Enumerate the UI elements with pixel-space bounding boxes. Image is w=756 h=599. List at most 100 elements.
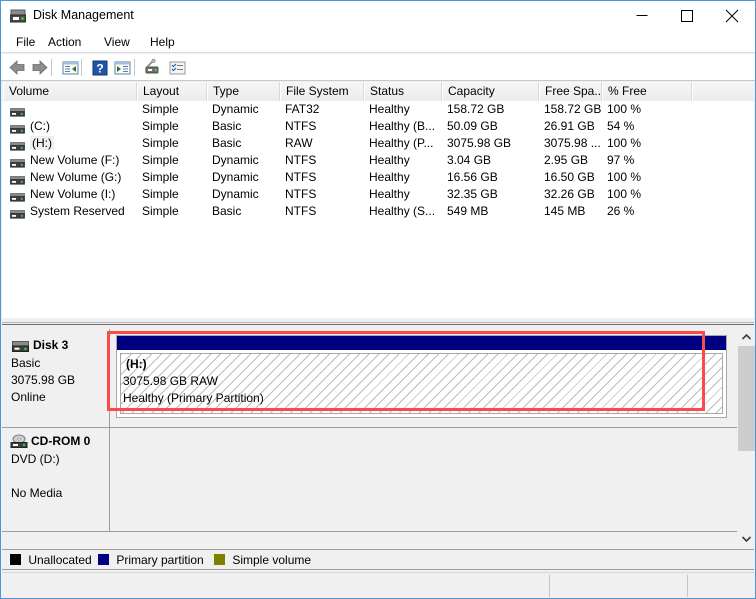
column-header-type[interactable]: Type xyxy=(207,82,280,101)
drive-icon xyxy=(10,139,25,148)
show-action-pane-icon[interactable] xyxy=(112,58,133,78)
cell-volume: (C:) xyxy=(10,118,136,135)
drive-icon xyxy=(10,105,25,114)
cell-percent-free: 100 % xyxy=(607,169,691,186)
legend-item-primary-partition: Primary partition xyxy=(98,553,204,568)
forward-arrow-icon[interactable] xyxy=(29,58,50,78)
maximize-button[interactable] xyxy=(664,1,709,30)
cell-volume: (H:) xyxy=(10,135,136,152)
disk-row-disk-3[interactable]: Disk 3 Basic 3075.98 GB Online (H:) 3075… xyxy=(2,329,737,428)
column-header-volume[interactable]: Volume xyxy=(3,82,137,101)
cell-layout: Simple xyxy=(142,135,206,152)
partition-h[interactable]: (H:) 3075.98 GB RAW Healthy (Primary Par… xyxy=(116,335,727,418)
cell-file-system: FAT32 xyxy=(285,101,363,118)
cell-free-space: 158.72 GB xyxy=(544,101,601,118)
status-bar-separator xyxy=(549,575,550,597)
cell-status: Healthy (B... xyxy=(369,118,441,135)
cell-volume-label: System Reserved xyxy=(30,204,125,218)
table-row[interactable]: (C:)SimpleBasicNTFSHealthy (B...50.09 GB… xyxy=(2,118,754,135)
partition-label: (H:) xyxy=(126,357,147,371)
table-row[interactable]: SimpleDynamicFAT32Healthy158.72 GB158.72… xyxy=(2,101,754,118)
rescan-disks-icon[interactable] xyxy=(143,58,164,78)
panel-splitter[interactable] xyxy=(2,318,754,328)
cell-type: Dynamic xyxy=(212,152,279,169)
cell-layout: Simple xyxy=(142,101,206,118)
status-bar-separator xyxy=(687,575,688,597)
volume-list: Volume Layout Type File System Status Ca… xyxy=(2,82,754,318)
cell-capacity: 3.04 GB xyxy=(447,152,538,169)
table-row[interactable]: New Volume (G:)SimpleDynamicNTFSHealthy1… xyxy=(2,169,754,186)
cell-capacity: 158.72 GB xyxy=(447,101,538,118)
disk-detail-drive: DVD (D:) xyxy=(11,452,60,466)
scroll-down-button[interactable] xyxy=(738,531,755,548)
cell-layout: Simple xyxy=(142,118,206,135)
back-arrow-icon[interactable] xyxy=(7,58,28,78)
cell-free-space: 16.50 GB xyxy=(544,169,601,186)
table-row[interactable]: New Volume (F:)SimpleDynamicNTFSHealthy3… xyxy=(2,152,754,169)
cell-percent-free: 54 % xyxy=(607,118,691,135)
toolbar: ? xyxy=(1,54,755,81)
cell-capacity: 32.35 GB xyxy=(447,186,538,203)
cell-percent-free: 100 % xyxy=(607,101,691,118)
column-header-layout[interactable]: Layout xyxy=(137,82,207,101)
disk-partition-area-disk-3: (H:) 3075.98 GB RAW Healthy (Primary Par… xyxy=(110,329,737,428)
cell-layout: Simple xyxy=(142,152,206,169)
menu-item-action[interactable]: Action xyxy=(41,34,88,51)
close-button[interactable] xyxy=(709,1,754,30)
cell-type: Dynamic xyxy=(212,169,279,186)
cell-percent-free: 100 % xyxy=(607,135,691,152)
menu-item-help[interactable]: Help xyxy=(143,34,182,51)
cell-type: Dynamic xyxy=(212,101,279,118)
toolbar-separator xyxy=(81,59,82,76)
scrollbar-track[interactable] xyxy=(738,346,755,531)
cell-capacity: 3075.98 GB xyxy=(447,135,538,152)
graphical-view: Disk 3 Basic 3075.98 GB Online (H:) 3075… xyxy=(2,329,754,548)
column-header-file-system[interactable]: File System xyxy=(280,82,364,101)
cell-free-space: 32.26 GB xyxy=(544,186,601,203)
legend-label: Primary partition xyxy=(116,553,203,567)
graphical-view-scrollbar[interactable] xyxy=(737,329,754,548)
drive-icon xyxy=(10,122,25,131)
cell-layout: Simple xyxy=(142,203,206,220)
column-header-capacity[interactable]: Capacity xyxy=(442,82,539,101)
minimize-button[interactable] xyxy=(619,1,664,30)
disk-info-cdrom-0[interactable]: CD-ROM 0 DVD (D:) No Media xyxy=(2,428,110,532)
menu-item-file[interactable]: File xyxy=(9,34,42,51)
cell-status: Healthy (S... xyxy=(369,203,441,220)
disk-row-cdrom-0[interactable]: CD-ROM 0 DVD (D:) No Media xyxy=(2,428,737,532)
help-icon[interactable]: ? xyxy=(90,58,111,78)
menu-bar: File Action View Help xyxy=(1,31,755,53)
table-row[interactable]: New Volume (I:)SimpleDynamicNTFSHealthy3… xyxy=(2,186,754,203)
cell-volume-label: (C:) xyxy=(30,119,50,133)
toolbar-separator xyxy=(51,59,52,76)
legend-swatch xyxy=(214,554,225,565)
cell-volume-label: New Volume (I:) xyxy=(30,187,115,201)
cell-file-system: RAW xyxy=(285,135,363,152)
cell-free-space: 145 MB xyxy=(544,203,601,220)
drive-icon xyxy=(10,190,25,199)
column-header-blank[interactable] xyxy=(692,82,754,101)
disk-info-disk-3[interactable]: Disk 3 Basic 3075.98 GB Online xyxy=(2,329,110,428)
svg-text:?: ? xyxy=(96,62,103,76)
disk-detail-status: Online xyxy=(11,390,46,404)
cell-status: Healthy xyxy=(369,169,441,186)
partition-size-fs: 3075.98 GB RAW xyxy=(123,374,218,388)
status-bar xyxy=(2,572,754,598)
scrollbar-thumb[interactable] xyxy=(738,346,755,451)
cell-volume: System Reserved xyxy=(10,203,136,220)
partition-color-bar xyxy=(117,336,726,350)
splitter-line xyxy=(2,322,754,325)
column-header-percent-free[interactable]: % Free xyxy=(602,82,692,101)
column-header-status[interactable]: Status xyxy=(364,82,442,101)
table-row[interactable]: System ReservedSimpleBasicNTFSHealthy (S… xyxy=(2,203,754,220)
cell-type: Dynamic xyxy=(212,186,279,203)
table-row[interactable]: (H:)SimpleBasicRAWHealthy (P...3075.98 G… xyxy=(2,135,754,152)
menu-item-view[interactable]: View xyxy=(97,34,137,51)
column-header-free-space[interactable]: Free Spa... xyxy=(539,82,602,101)
minimize-icon xyxy=(636,15,647,17)
cell-status: Healthy xyxy=(369,186,441,203)
scroll-up-button[interactable] xyxy=(738,329,755,346)
show-hide-tree-icon[interactable] xyxy=(60,58,81,78)
cell-status: Healthy xyxy=(369,152,441,169)
properties-icon[interactable] xyxy=(167,58,188,78)
